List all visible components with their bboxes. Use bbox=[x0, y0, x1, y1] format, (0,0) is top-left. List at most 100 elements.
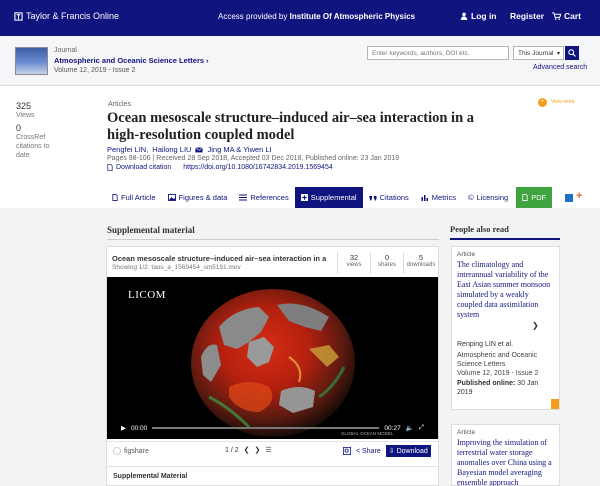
stat-number: 32 bbox=[349, 253, 359, 262]
card-journal: Atmospheric and Oceanic Science Letters bbox=[457, 352, 538, 368]
tab-label: Supplemental bbox=[310, 193, 357, 202]
cart-label: Cart bbox=[564, 11, 582, 21]
search-button[interactable] bbox=[565, 46, 579, 60]
access-notice: Access provided by Institute Of Atmosphe… bbox=[218, 12, 415, 21]
tab-label: PDF bbox=[531, 193, 547, 202]
document-icon bbox=[112, 194, 118, 201]
top-navigation-bar: Taylor & Francis Online Access provided … bbox=[0, 0, 600, 36]
downloads-stat: 5 downloads bbox=[404, 253, 438, 268]
article-type-label: Articles bbox=[108, 101, 131, 108]
main-content: Supplemental material Ocean mesoscale st… bbox=[0, 208, 600, 486]
tab-citations[interactable]: Citations bbox=[363, 187, 415, 208]
register-link[interactable]: Register bbox=[510, 11, 544, 21]
share-icon: < bbox=[356, 447, 361, 455]
access-institution: Institute Of Atmospheric Physics bbox=[289, 12, 416, 21]
figshare-logo[interactable]: figshare bbox=[113, 447, 149, 455]
shares-stat: 0 shares bbox=[371, 253, 403, 268]
login-label: Log in bbox=[471, 11, 497, 21]
brand-name: Taylor & Francis Online bbox=[26, 11, 120, 21]
download-button[interactable]: ⇩ Download bbox=[385, 445, 431, 457]
tab-references[interactable]: References bbox=[233, 187, 294, 208]
supplemental-footer-label: Supplemental Material bbox=[113, 473, 188, 480]
divider bbox=[450, 238, 560, 240]
card-title[interactable]: Improving the simulation of terrestrial … bbox=[457, 438, 555, 486]
article-tabs: Full Article Figures & data References S… bbox=[106, 187, 553, 208]
file-pager: 1 / 2 ❮ ❯ ☰ bbox=[225, 446, 272, 455]
pager-text: 1 / 2 bbox=[225, 446, 239, 454]
related-article-card[interactable]: Article The climatology and interannual … bbox=[451, 246, 560, 410]
tab-label: Citations bbox=[379, 193, 409, 202]
video-label: LICOM bbox=[128, 289, 166, 301]
share-link[interactable]: < Share bbox=[356, 448, 381, 455]
share-label: Share bbox=[362, 447, 381, 455]
card-title[interactable]: The climatology and interannual variabil… bbox=[457, 260, 555, 320]
people-also-read-heading: People also read bbox=[450, 224, 509, 234]
related-article-card[interactable]: Article Improving the simulation of terr… bbox=[451, 424, 560, 486]
crossref-count: 0 bbox=[16, 123, 22, 133]
add-icon[interactable]: + bbox=[576, 190, 582, 202]
chevron-right-icon[interactable]: ❯ bbox=[255, 446, 261, 454]
play-icon[interactable]: ▶ bbox=[121, 424, 126, 432]
cart-icon bbox=[552, 12, 561, 20]
stat-label: downloads bbox=[406, 262, 436, 268]
chevron-left-icon[interactable]: ❮ bbox=[244, 446, 250, 454]
citation-row: Download citation https://doi.org/10.108… bbox=[107, 164, 333, 171]
article-pages-dates: Pages 98-106 | Received 28 Sep 2018, Acc… bbox=[107, 155, 400, 162]
plus-box-icon bbox=[300, 194, 308, 201]
journal-title-link[interactable]: Atmospheric and Oceanic Science Letters … bbox=[54, 56, 209, 65]
journal-label: Journal bbox=[54, 47, 77, 54]
copyright-icon: © bbox=[467, 193, 474, 202]
fullscreen-icon[interactable]: ⤢ bbox=[419, 424, 424, 432]
search-input[interactable] bbox=[367, 46, 509, 60]
widget-actions: < Share ⇩ Download bbox=[343, 445, 431, 457]
author-link[interactable]: Jing MA & Yiwen LI bbox=[207, 145, 271, 154]
journal-header: Journal Atmospheric and Oceanic Science … bbox=[0, 36, 600, 86]
globe-image bbox=[191, 289, 355, 437]
tab-supplemental[interactable]: Supplemental bbox=[294, 187, 363, 208]
video-player[interactable]: LICOM ▶ 00:00 00:27 🔈 ⤢ GLOBAL OCEAN MOD… bbox=[107, 277, 438, 439]
divider bbox=[107, 466, 438, 467]
chevron-right-icon[interactable]: ❯ bbox=[532, 321, 539, 330]
advanced-search-link[interactable]: Advanced search bbox=[533, 64, 587, 71]
views-count: 325 bbox=[16, 101, 32, 111]
download-citation-link[interactable]: Download citation bbox=[107, 164, 171, 171]
article-title: Ocean mesoscale structure–induced air–se… bbox=[107, 110, 475, 143]
envelope-icon[interactable] bbox=[195, 146, 204, 153]
tab-full-article[interactable]: Full Article bbox=[106, 187, 162, 208]
card-published-label: Published online: bbox=[457, 380, 516, 387]
tab-label: Figures & data bbox=[178, 193, 228, 202]
card-authors: Renping LIN et al. bbox=[457, 341, 514, 348]
altmetric-badge-icon[interactable]: • bbox=[538, 98, 547, 107]
search-scope-select[interactable]: This Journal ▾ bbox=[513, 46, 564, 60]
article-header: 325 Views 0 CrossRef citations to date A… bbox=[0, 86, 600, 208]
altmetric-label[interactable]: View more bbox=[551, 99, 575, 105]
widget-title[interactable]: Ocean mesoscale structure–induced air–se… bbox=[112, 254, 327, 263]
figshare-label: figshare bbox=[124, 447, 149, 455]
tab-label: Full Article bbox=[121, 193, 156, 202]
journal-cover-thumbnail[interactable] bbox=[15, 47, 48, 75]
pdf-button[interactable]: PDF bbox=[516, 187, 553, 208]
tab-licensing[interactable]: © Licensing bbox=[462, 187, 514, 208]
image-icon bbox=[167, 194, 176, 201]
search-scope-value: This Journal bbox=[518, 50, 554, 57]
tab-label: Licensing bbox=[476, 193, 509, 202]
tab-figures-data[interactable]: Figures & data bbox=[162, 187, 234, 208]
quote-icon bbox=[368, 196, 377, 201]
divider bbox=[107, 239, 439, 240]
cart-link[interactable]: Cart bbox=[552, 11, 581, 21]
brand-logo[interactable]: Taylor & Francis Online bbox=[14, 11, 119, 21]
download-citation-label: Download citation bbox=[116, 164, 172, 171]
menu-icon[interactable]: ☰ bbox=[265, 446, 271, 454]
journal-volume[interactable]: Volume 12, 2019 - Issue 2 bbox=[54, 67, 135, 74]
author-link[interactable]: Hailong LIU bbox=[152, 145, 191, 154]
zoom-icon[interactable] bbox=[343, 447, 351, 455]
altmetric-corner-icon bbox=[551, 399, 559, 409]
volume-icon[interactable]: 🔈 bbox=[406, 424, 414, 432]
login-link[interactable]: Log in bbox=[460, 11, 497, 21]
video-progress-bar[interactable] bbox=[152, 427, 380, 429]
author-list: Pengfei LIN, Hailong LIU Jing MA & Yiwen… bbox=[107, 145, 272, 154]
doi-link[interactable]: https://doi.org/10.1080/16742834.2019.15… bbox=[183, 164, 332, 171]
share-icon[interactable] bbox=[565, 194, 573, 202]
author-link[interactable]: Pengfei LIN, bbox=[107, 145, 148, 154]
tab-metrics[interactable]: Metrics bbox=[415, 187, 462, 208]
